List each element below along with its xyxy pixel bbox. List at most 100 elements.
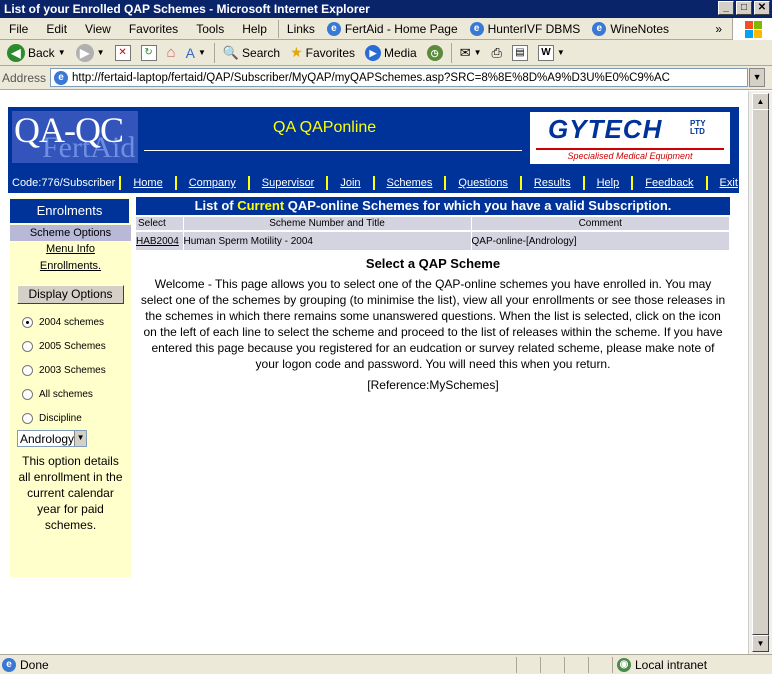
window-controls: _ □ ✕ bbox=[718, 1, 770, 15]
radio-discipline[interactable]: Discipline bbox=[10, 406, 131, 430]
site-nav: Code:776/Subscriber Home Company Supervi… bbox=[8, 173, 739, 193]
chevron-down-icon: ▼ bbox=[473, 48, 482, 57]
menu-help[interactable]: Help bbox=[233, 22, 276, 36]
search-button[interactable]: 🔍 Search bbox=[218, 42, 285, 64]
window-titlebar: List of your Enrolled QAP Schemes - Micr… bbox=[0, 0, 772, 18]
radio-button[interactable] bbox=[22, 388, 33, 400]
nav-exit[interactable]: Exit bbox=[705, 176, 748, 190]
radio-button[interactable] bbox=[22, 412, 33, 424]
link-fertaid-home[interactable]: e FertAid - Home Page bbox=[321, 21, 464, 36]
stop-button[interactable]: ✕ bbox=[110, 42, 136, 64]
menu-separator bbox=[277, 19, 279, 38]
row-title-cell: Human Sperm Motility - 2004 bbox=[183, 230, 472, 250]
menu-tools[interactable]: Tools bbox=[187, 22, 233, 36]
print-button[interactable]: ⎙ bbox=[487, 42, 507, 64]
word-button[interactable]: W ▼ bbox=[533, 42, 570, 64]
refresh-icon: ↻ bbox=[140, 44, 157, 61]
menu-file[interactable]: File bbox=[0, 22, 37, 36]
media-label: Media bbox=[384, 45, 417, 60]
home-button[interactable]: ⌂ bbox=[162, 42, 181, 64]
link-hunterivf[interactable]: e HunterIVF DBMS bbox=[464, 21, 587, 36]
gytech-logo: GYTECH PTY LTD Specialised Medical Equipm… bbox=[530, 112, 730, 164]
radio-2004-schemes[interactable]: 2004 schemes bbox=[10, 310, 131, 334]
search-label: Search bbox=[242, 45, 281, 60]
menu-info-link[interactable]: Menu Info bbox=[10, 241, 131, 258]
media-button[interactable]: ▶ Media bbox=[360, 42, 422, 64]
row-select-cell: HAB2004 bbox=[136, 230, 184, 250]
favorites-button[interactable]: ★ Favorites bbox=[285, 42, 360, 64]
address-label: Address bbox=[2, 70, 47, 85]
ie-page-icon: e bbox=[326, 21, 341, 36]
links-label: Links bbox=[286, 21, 315, 36]
enrollments-link[interactable]: Enrollments. bbox=[10, 258, 131, 275]
schemes-table: Select Scheme Number and Title Comment H… bbox=[136, 217, 730, 250]
scroll-thumb[interactable] bbox=[752, 109, 769, 635]
menu-edit[interactable]: Edit bbox=[37, 22, 76, 36]
link-winenotes[interactable]: e WineNotes bbox=[586, 21, 675, 36]
column-header-select: Select bbox=[136, 217, 184, 231]
ie-sidebar-button[interactable]: A ▼ bbox=[181, 42, 211, 64]
zone-indicator: ◉ Local intranet bbox=[612, 656, 772, 673]
radio-all-schemes[interactable]: All schemes bbox=[10, 382, 131, 406]
scroll-up-button[interactable]: ▲ bbox=[752, 93, 769, 110]
gytech-brand: GYTECH bbox=[548, 114, 663, 144]
radio-button[interactable] bbox=[22, 364, 33, 376]
back-label: Back bbox=[28, 45, 55, 60]
heading-post: QAP-online Schemes for which you have a … bbox=[284, 198, 672, 213]
maximize-button[interactable]: □ bbox=[736, 1, 752, 15]
radio-button[interactable] bbox=[22, 316, 33, 328]
minimize-button[interactable]: _ bbox=[718, 1, 734, 15]
nav-home[interactable]: Home bbox=[119, 176, 174, 190]
enrolments-sidebar: Enrolments Scheme Options Menu Info Enro… bbox=[10, 197, 131, 577]
mail-icon: ✉ bbox=[459, 44, 471, 60]
edit-button[interactable]: ▤ bbox=[507, 42, 533, 64]
vertical-scrollbar[interactable]: ▲ ▼ bbox=[748, 91, 772, 654]
intranet-icon: ◉ bbox=[617, 657, 631, 672]
history-button[interactable]: ◷ bbox=[422, 42, 448, 64]
star-icon: ★ bbox=[290, 44, 303, 60]
close-button[interactable]: ✕ bbox=[754, 1, 770, 15]
option-note: This option details all enrollment in th… bbox=[18, 454, 123, 532]
nav-company[interactable]: Company bbox=[174, 176, 248, 190]
link-hunterivf-label: HunterIVF DBMS bbox=[487, 21, 581, 36]
qa-qc-logo: FertAid QA-QC bbox=[12, 111, 138, 163]
menu-view[interactable]: View bbox=[76, 22, 120, 36]
nav-questions[interactable]: Questions bbox=[444, 176, 520, 190]
address-dropdown-button[interactable]: ▼ bbox=[749, 68, 766, 87]
nav-supervisor[interactable]: Supervisor bbox=[247, 176, 327, 190]
nav-help[interactable]: Help bbox=[582, 176, 632, 190]
forward-button[interactable]: ▶ ▼ bbox=[71, 42, 110, 64]
nav-schemes[interactable]: Schemes bbox=[372, 176, 445, 190]
radio-2003-schemes[interactable]: 2003 Schemes bbox=[10, 358, 131, 382]
table-row: HAB2004 Human Sperm Motility - 2004 QAP-… bbox=[136, 230, 730, 250]
radio-2005-schemes[interactable]: 2005 Schemes bbox=[10, 334, 131, 358]
status-cell bbox=[564, 656, 588, 673]
address-input[interactable]: e http://fertaid-laptop/fertaid/QAP/Subs… bbox=[50, 68, 749, 87]
radio-label: 2003 Schemes bbox=[39, 364, 106, 376]
standard-toolbar: ◀ Back ▼ ▶ ▼ ✕ ↻ ⌂ A ▼ 🔍 Search ★ Favorites… bbox=[0, 40, 772, 66]
radio-button[interactable] bbox=[22, 340, 33, 352]
refresh-button[interactable]: ↻ bbox=[136, 42, 162, 64]
section-title: Select a QAP Scheme bbox=[365, 256, 501, 271]
print-icon: ⎙ bbox=[491, 44, 502, 60]
nav-join[interactable]: Join bbox=[326, 176, 372, 190]
radio-label: All schemes bbox=[39, 388, 93, 400]
mail-button[interactable]: ✉ ▼ bbox=[455, 42, 487, 64]
select-scheme-link[interactable]: HAB2004 bbox=[136, 236, 179, 247]
links-more-button[interactable]: » bbox=[709, 22, 728, 36]
nav-feedback[interactable]: Feedback bbox=[631, 176, 705, 190]
radio-label: 2004 schemes bbox=[39, 316, 105, 328]
stop-icon: ✕ bbox=[114, 44, 131, 61]
link-fertaid-home-label: FertAid - Home Page bbox=[344, 21, 458, 36]
discipline-select[interactable]: Andrology ▼ bbox=[17, 430, 87, 447]
back-button[interactable]: ◀ Back ▼ bbox=[2, 42, 71, 64]
welcome-text: Welcome - This page allows you to select… bbox=[140, 277, 726, 371]
chevron-down-icon: ▼ bbox=[197, 48, 206, 57]
nav-results[interactable]: Results bbox=[519, 176, 583, 190]
menu-favorites[interactable]: Favorites bbox=[120, 22, 187, 36]
display-options-button[interactable]: Display Options bbox=[17, 285, 124, 304]
scroll-down-button[interactable]: ▼ bbox=[752, 635, 769, 652]
site-header: FertAid QA-QC QA QAPonline GYTECH PTY LTD… bbox=[8, 107, 739, 193]
toolbar-separator bbox=[450, 42, 452, 63]
row-comment-cell: QAP-online-[Andrology] bbox=[471, 230, 730, 250]
